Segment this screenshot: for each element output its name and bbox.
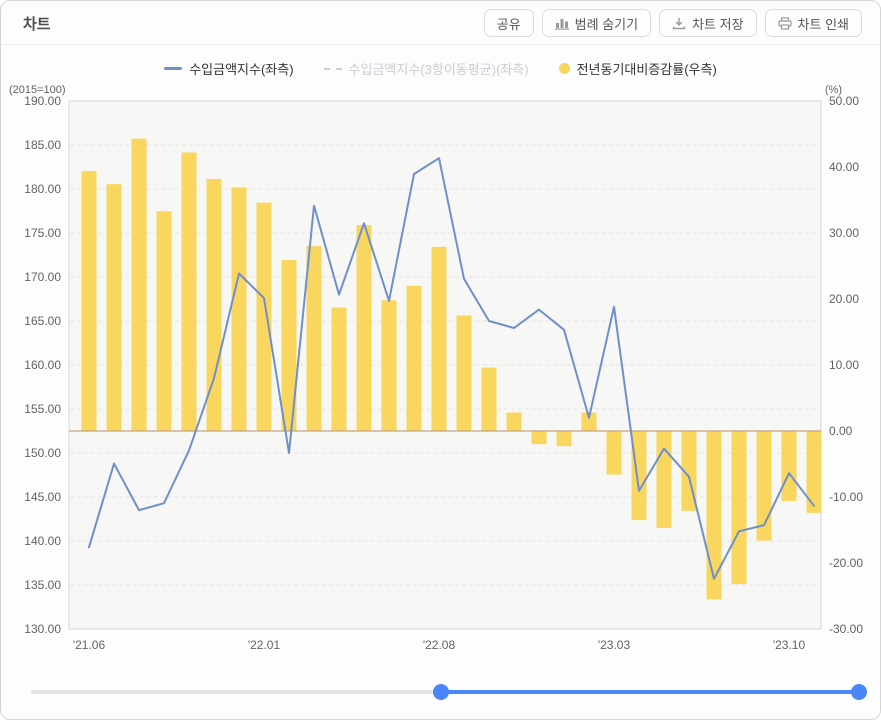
bar[interactable]: [131, 138, 147, 431]
right-axis-tick: 10.00: [829, 358, 859, 372]
slider-handle-left[interactable]: [432, 684, 449, 700]
slider-selected-range[interactable]: [440, 690, 859, 694]
chart-canvas[interactable]: (2015=100) (%)190.00185.00180.00175.00170…: [1, 1, 881, 677]
bar[interactable]: [406, 285, 422, 431]
right-axis-tick: 20.00: [829, 292, 859, 306]
right-axis-tick: 0.00: [829, 424, 853, 438]
x-axis-tick: '23.10: [773, 638, 806, 652]
bar[interactable]: [481, 367, 497, 431]
bar[interactable]: [456, 315, 472, 432]
right-axis-tick: -30.00: [829, 622, 863, 636]
chart-panel: 차트 공유 범례 숨기기 차트 저장 차트 인쇄 수입금액지수(좌측) 수입금액…: [0, 0, 881, 720]
x-axis-tick: '21.06: [73, 638, 106, 652]
bar[interactable]: [631, 431, 647, 521]
bar[interactable]: [556, 431, 572, 447]
right-axis-tick: 50.00: [829, 94, 859, 108]
right-axis-tick: 40.00: [829, 160, 859, 174]
bar[interactable]: [181, 152, 197, 432]
right-axis-tick: 30.00: [829, 226, 859, 240]
slider-handle-right[interactable]: [851, 684, 867, 700]
bar[interactable]: [606, 431, 622, 475]
right-axis-tick: -10.00: [829, 490, 863, 504]
bar[interactable]: [531, 431, 547, 445]
bar[interactable]: [81, 170, 97, 431]
left-axis-tick: 145.00: [24, 490, 61, 504]
bar[interactable]: [106, 184, 122, 431]
left-axis-tick: 180.00: [24, 182, 61, 196]
bar[interactable]: [306, 246, 322, 431]
left-axis-tick: 135.00: [24, 578, 61, 592]
left-axis-tick: 190.00: [24, 94, 61, 108]
bar[interactable]: [731, 431, 747, 585]
bar[interactable]: [431, 246, 447, 431]
left-axis-tick: 185.00: [24, 138, 61, 152]
bar[interactable]: [781, 431, 797, 501]
left-axis-tick: 165.00: [24, 314, 61, 328]
left-axis-tick: 150.00: [24, 446, 61, 460]
left-axis-tick: 170.00: [24, 270, 61, 284]
x-axis-tick: '22.08: [423, 638, 456, 652]
bar[interactable]: [381, 300, 397, 431]
bar[interactable]: [331, 307, 347, 431]
right-axis-tick: -20.00: [829, 556, 863, 570]
left-axis-tick: 155.00: [24, 402, 61, 416]
left-axis-tick: 175.00: [24, 226, 61, 240]
bar[interactable]: [231, 187, 247, 431]
range-slider: [1, 677, 880, 707]
left-axis-tick: 140.00: [24, 534, 61, 548]
bar[interactable]: [356, 225, 372, 431]
x-axis-tick: '23.03: [598, 638, 631, 652]
bar[interactable]: [706, 431, 722, 600]
bar[interactable]: [256, 202, 272, 431]
bar[interactable]: [156, 211, 172, 431]
x-axis-tick: '22.01: [248, 638, 281, 652]
bar[interactable]: [506, 412, 522, 431]
left-axis-tick: 130.00: [24, 622, 61, 636]
bar[interactable]: [656, 431, 672, 529]
left-axis-tick: 160.00: [24, 358, 61, 372]
